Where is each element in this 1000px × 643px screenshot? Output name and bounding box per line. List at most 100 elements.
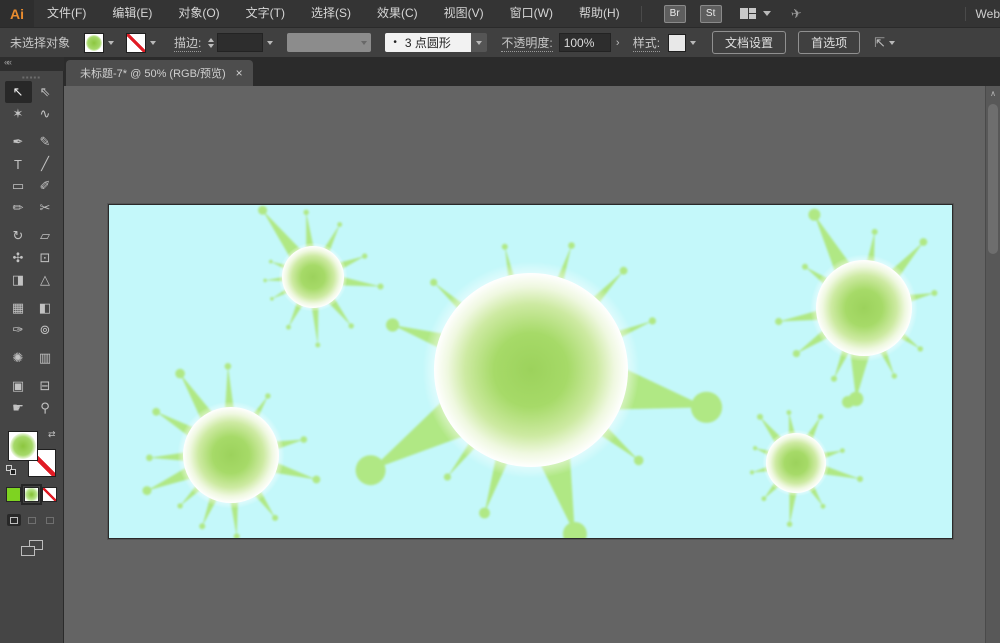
tool-icon: ✶ (13, 106, 24, 122)
tool-width[interactable]: ✣ (5, 247, 32, 269)
menu-item-file[interactable]: 文件(F) (34, 0, 99, 27)
tool-artboard[interactable]: ▣ (5, 375, 32, 397)
tool-type[interactable]: T (5, 153, 32, 175)
brush-name: 3 点圆形 (405, 34, 451, 51)
stroke-weight-stepper[interactable] (208, 38, 214, 48)
collapse-panel-icon[interactable]: «« (0, 57, 64, 71)
fill-indicator[interactable] (8, 431, 38, 461)
workspace-switcher[interactable]: Web (965, 7, 1000, 21)
scroll-up-icon[interactable]: ∧ (986, 86, 1000, 101)
tool-symbol-sprayer[interactable]: ✺ (5, 347, 32, 369)
tool-icon: ▱ (40, 228, 50, 244)
fill-swatch[interactable] (84, 33, 104, 53)
tool-eyedropper[interactable]: ✑ (5, 319, 32, 341)
cursor-options-icon[interactable]: ⇱ (874, 35, 895, 51)
tool-blend[interactable]: ⊚ (32, 319, 59, 341)
stroke-swatch[interactable] (126, 33, 146, 53)
scrollbar-thumb[interactable] (988, 104, 998, 254)
app-logo: Ai (0, 0, 34, 27)
bridge-button[interactable]: Br (664, 5, 686, 23)
stroke-color-combo[interactable] (126, 33, 160, 53)
tool-paintbrush[interactable]: ✐ (32, 175, 59, 197)
brush-definition-combo[interactable]: • 3 点圆形 (385, 33, 487, 52)
fill-color-combo[interactable] (84, 33, 118, 53)
tool-shape-builder[interactable]: ◨ (5, 269, 32, 291)
artboard[interactable] (108, 204, 953, 539)
paint-style-buttons (0, 487, 63, 502)
tool-icon: ↻ (13, 228, 24, 244)
tool-rectangle[interactable]: ▭ (5, 175, 32, 197)
tool-curvature[interactable]: ✎ (32, 131, 59, 153)
document-area: 未标题-7* @ 50% (RGB/预览) × ∧ (64, 57, 1000, 643)
default-fill-stroke-icon[interactable] (6, 465, 16, 475)
tool-icon: ✒ (13, 134, 24, 150)
swap-fill-stroke-icon[interactable]: ⇄ (48, 429, 56, 440)
vertical-scrollbar[interactable]: ∧ (985, 86, 1000, 643)
draw-behind-button[interactable] (25, 514, 39, 526)
opacity-input[interactable]: 100% (559, 33, 611, 52)
style-swatch[interactable] (668, 34, 686, 52)
document-tab[interactable]: 未标题-7* @ 50% (RGB/预览) × (66, 60, 253, 86)
tool-slice[interactable]: ⊟ (32, 375, 59, 397)
tool-direct-selection[interactable]: ⇖ (32, 81, 59, 103)
tool-line-segment[interactable]: ╱ (32, 153, 59, 175)
chevron-down-icon (889, 41, 895, 45)
document-setup-button[interactable]: 文档设置 (712, 31, 786, 54)
tab-bar: 未标题-7* @ 50% (RGB/预览) × (64, 57, 1000, 86)
close-icon[interactable]: × (236, 66, 243, 80)
tool-pencil[interactable]: ✏ (5, 197, 32, 219)
menu-item-effect[interactable]: 效果(C) (364, 0, 431, 27)
opacity-link[interactable]: 不透明度: (501, 34, 552, 52)
menu-item-type[interactable]: 文字(T) (233, 0, 298, 27)
tool-lasso[interactable]: ∿ (32, 103, 59, 125)
tool-pen[interactable]: ✒ (5, 131, 32, 153)
preferences-button[interactable]: 首选项 (798, 31, 860, 54)
tool-icon: ✺ (13, 350, 24, 366)
menu-bar: Ai 文件(F)编辑(E)对象(O)文字(T)选择(S)效果(C)视图(V)窗口… (0, 0, 1000, 27)
tool-icon: ↖ (13, 84, 24, 100)
tool-gradient[interactable]: ◧ (32, 297, 59, 319)
arrange-documents-icon[interactable] (740, 8, 771, 19)
canvas[interactable]: ∧ (64, 86, 1000, 643)
share-sync-icon[interactable]: ✈ (790, 5, 803, 22)
draw-normal-button[interactable] (7, 514, 21, 526)
tool-icon: ✎ (40, 134, 51, 150)
tool-hand[interactable]: ☛ (5, 397, 32, 419)
color-button[interactable] (6, 487, 21, 502)
tool-rotate[interactable]: ↻ (5, 225, 32, 247)
gradient-button[interactable] (24, 487, 39, 502)
menu-item-window[interactable]: 窗口(W) (497, 0, 566, 27)
tool-perspective-grid[interactable]: △ (32, 269, 59, 291)
fill-gradient-preview (10, 433, 36, 459)
style-link[interactable]: 样式: (633, 34, 660, 52)
screen-mode-button[interactable] (21, 540, 43, 556)
stepper-up-icon[interactable] (208, 38, 214, 42)
menu-item-edit[interactable]: 编辑(E) (99, 0, 165, 27)
tool-icon: ◨ (12, 272, 24, 288)
tool-scissors[interactable]: ✂ (32, 197, 59, 219)
stock-button[interactable]: St (700, 5, 722, 23)
tool-zoom[interactable]: ⚲ (32, 397, 59, 419)
stepper-down-icon[interactable] (208, 44, 214, 48)
menu-item-view[interactable]: 视图(V) (431, 0, 497, 27)
menu-item-help[interactable]: 帮助(H) (566, 0, 633, 27)
opacity-expand-button[interactable]: › (611, 33, 625, 52)
none-slash-icon (43, 488, 56, 501)
tool-grid: ↖ ⇖ ✶ ∿ ✒ ✎ T ╱ ▭✐✏ ✂ ↻ ▱ ✣⊡ ◨ △▦◧✑⊚ ✺ ▥▣⊟☛⚲ (0, 81, 63, 419)
tool-free-transform[interactable]: ⊡ (32, 247, 59, 269)
tool-column-graph[interactable]: ▥ (32, 347, 59, 369)
menu-item-object[interactable]: 对象(O) (165, 0, 232, 27)
tool-icon: ╱ (41, 156, 49, 172)
stroke-weight-link[interactable]: 描边: (174, 34, 201, 52)
none-button[interactable] (42, 487, 57, 502)
panel-grip[interactable]: ▪▪▪▪▪ (0, 73, 63, 81)
menu-item-select[interactable]: 选择(S) (298, 0, 364, 27)
brush-bullet: • (393, 37, 397, 48)
stroke-weight-input[interactable] (217, 33, 263, 52)
tool-icon: ✂ (40, 200, 51, 216)
tool-scale[interactable]: ▱ (32, 225, 59, 247)
tool-mesh[interactable]: ▦ (5, 297, 32, 319)
tool-magic-wand[interactable]: ✶ (5, 103, 32, 125)
tool-selection[interactable]: ↖ (5, 81, 32, 103)
draw-inside-button[interactable] (43, 514, 57, 526)
